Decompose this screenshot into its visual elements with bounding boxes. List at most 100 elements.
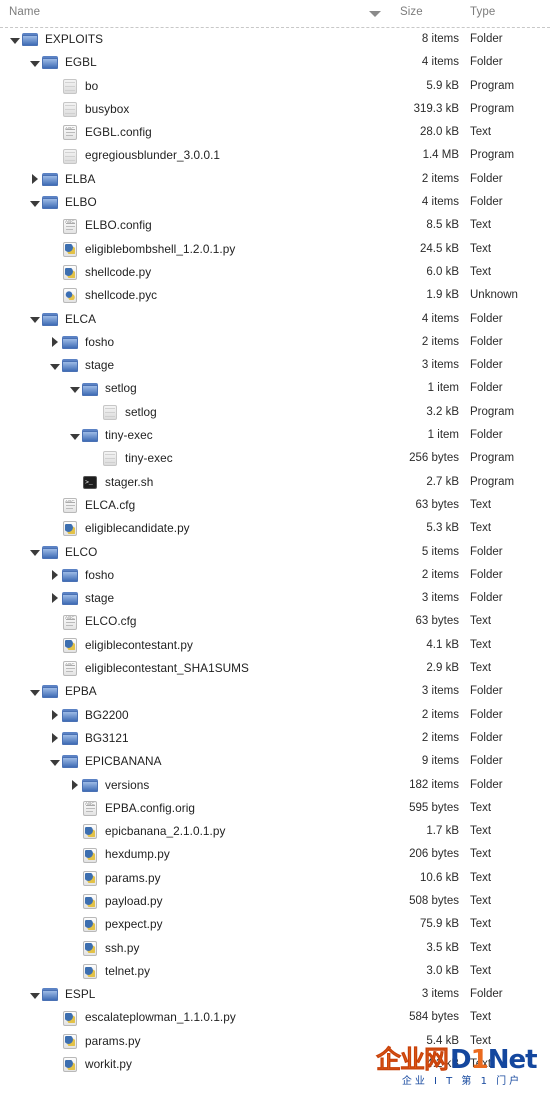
file-name-cell[interactable]: ELCA: [29, 308, 96, 331]
file-name-cell[interactable]: bo: [49, 75, 98, 98]
chevron-down-icon[interactable]: [49, 354, 62, 377]
file-row[interactable]: ELCO 5 items Folder: [0, 541, 550, 564]
file-row[interactable]: hexdump.py 206 bytes Text: [0, 843, 550, 866]
file-name-cell[interactable]: ABC EPBA.config.orig: [69, 797, 195, 820]
file-name-cell[interactable]: ABC eligiblecontestant_SHA1SUMS: [49, 657, 249, 680]
chevron-right-icon[interactable]: [49, 564, 62, 587]
file-row[interactable]: ELBA 2 items Folder: [0, 168, 550, 191]
chevron-down-icon[interactable]: [29, 541, 42, 564]
file-row[interactable]: pexpect.py 75.9 kB Text: [0, 913, 550, 936]
file-row[interactable]: telnet.py 3.0 kB Text: [0, 960, 550, 983]
chevron-down-icon[interactable]: [49, 750, 62, 773]
chevron-down-icon[interactable]: [69, 377, 82, 400]
file-row[interactable]: tiny-exec 1 item Folder: [0, 424, 550, 447]
file-row[interactable]: ELCA 4 items Folder: [0, 308, 550, 331]
file-name-cell[interactable]: ssh.py: [69, 937, 139, 960]
file-name-cell[interactable]: epicbanana_2.1.0.1.py: [69, 820, 225, 843]
file-row[interactable]: params.py 5.4 kB Text: [0, 1030, 550, 1053]
file-name-cell[interactable]: fosho: [49, 564, 114, 587]
file-name-cell[interactable]: eligiblebombshell_1.2.0.1.py: [49, 238, 235, 261]
file-row[interactable]: BG2200 2 items Folder: [0, 704, 550, 727]
file-row[interactable]: stager.sh 2.7 kB Program: [0, 471, 550, 494]
file-row[interactable]: setlog 1 item Folder: [0, 377, 550, 400]
file-name-cell[interactable]: EPICBANANA: [49, 750, 162, 773]
chevron-right-icon[interactable]: [49, 727, 62, 750]
chevron-right-icon[interactable]: [69, 774, 82, 797]
file-name-cell[interactable]: ABC ELCO.cfg: [49, 610, 137, 633]
file-name-cell[interactable]: pexpect.py: [69, 913, 163, 936]
file-name-cell[interactable]: ABC EGBL.config: [49, 121, 152, 144]
file-row[interactable]: ABC ELBO.config 8.5 kB Text: [0, 214, 550, 237]
file-name-cell[interactable]: params.py: [49, 1030, 141, 1053]
file-row[interactable]: ABC ELCA.cfg 63 bytes Text: [0, 494, 550, 517]
file-row[interactable]: busybox 319.3 kB Program: [0, 98, 550, 121]
chevron-down-icon[interactable]: [29, 191, 42, 214]
file-name-cell[interactable]: tiny-exec: [69, 424, 153, 447]
file-row[interactable]: EGBL 4 items Folder: [0, 51, 550, 74]
file-row[interactable]: stage 3 items Folder: [0, 587, 550, 610]
file-row[interactable]: fosho 2 items Folder: [0, 564, 550, 587]
file-name-cell[interactable]: workit.py: [49, 1053, 132, 1076]
file-name-cell[interactable]: shellcode.py: [49, 261, 151, 284]
column-header-type[interactable]: Type: [470, 6, 495, 18]
file-name-cell[interactable]: ELBA: [29, 168, 95, 191]
file-row[interactable]: fosho 2 items Folder: [0, 331, 550, 354]
file-row[interactable]: workit.py 4.2 kB Text: [0, 1053, 550, 1076]
file-name-cell[interactable]: versions: [69, 774, 149, 797]
file-row[interactable]: payload.py 508 bytes Text: [0, 890, 550, 913]
file-row[interactable]: eligiblecandidate.py 5.3 kB Text: [0, 517, 550, 540]
file-name-cell[interactable]: shellcode.pyc: [49, 284, 157, 307]
file-row[interactable]: ABC EPBA.config.orig 595 bytes Text: [0, 797, 550, 820]
file-name-cell[interactable]: eligiblecandidate.py: [49, 517, 190, 540]
file-name-cell[interactable]: EXPLOITS: [9, 28, 103, 51]
file-name-cell[interactable]: stage: [49, 354, 114, 377]
file-row[interactable]: EPICBANANA 9 items Folder: [0, 750, 550, 773]
file-row[interactable]: BG3121 2 items Folder: [0, 727, 550, 750]
column-header-size[interactable]: Size: [400, 6, 423, 18]
file-name-cell[interactable]: BG3121: [49, 727, 129, 750]
chevron-down-icon[interactable]: [29, 983, 42, 1006]
file-row[interactable]: params.py 10.6 kB Text: [0, 867, 550, 890]
file-row[interactable]: shellcode.pyc 1.9 kB Unknown: [0, 284, 550, 307]
file-name-cell[interactable]: ELCO: [29, 541, 97, 564]
column-header-name[interactable]: Name: [9, 6, 40, 18]
file-row[interactable]: ABC EGBL.config 28.0 kB Text: [0, 121, 550, 144]
file-row[interactable]: ABC eligiblecontestant_SHA1SUMS 2.9 kB Text: [0, 657, 550, 680]
file-name-cell[interactable]: ELBO: [29, 191, 97, 214]
file-row[interactable]: tiny-exec 256 bytes Program: [0, 447, 550, 470]
file-name-cell[interactable]: stage: [49, 587, 114, 610]
file-name-cell[interactable]: setlog: [69, 377, 137, 400]
file-name-cell[interactable]: setlog: [89, 401, 157, 424]
chevron-down-icon[interactable]: [29, 680, 42, 703]
chevron-down-icon[interactable]: [29, 51, 42, 74]
file-name-cell[interactable]: fosho: [49, 331, 114, 354]
sort-descending-icon[interactable]: [369, 11, 381, 17]
file-row[interactable]: escalateplowman_1.1.0.1.py 584 bytes Text: [0, 1006, 550, 1029]
file-row[interactable]: versions 182 items Folder: [0, 774, 550, 797]
chevron-down-icon[interactable]: [69, 424, 82, 447]
file-name-cell[interactable]: tiny-exec: [89, 447, 173, 470]
file-row[interactable]: egregiousblunder_3.0.0.1 1.4 MB Program: [0, 144, 550, 167]
chevron-right-icon[interactable]: [29, 168, 42, 191]
file-row[interactable]: EPBA 3 items Folder: [0, 680, 550, 703]
file-name-cell[interactable]: hexdump.py: [69, 843, 170, 866]
chevron-right-icon[interactable]: [49, 587, 62, 610]
file-row[interactable]: ssh.py 3.5 kB Text: [0, 937, 550, 960]
chevron-right-icon[interactable]: [49, 331, 62, 354]
file-name-cell[interactable]: stager.sh: [69, 471, 153, 494]
file-name-cell[interactable]: BG2200: [49, 704, 129, 727]
file-row[interactable]: ESPL 3 items Folder: [0, 983, 550, 1006]
file-row[interactable]: eligiblebombshell_1.2.0.1.py 24.5 kB Text: [0, 238, 550, 261]
file-row[interactable]: ABC ELCO.cfg 63 bytes Text: [0, 610, 550, 633]
file-row[interactable]: bo 5.9 kB Program: [0, 75, 550, 98]
file-name-cell[interactable]: egregiousblunder_3.0.0.1: [49, 144, 220, 167]
file-name-cell[interactable]: payload.py: [69, 890, 163, 913]
chevron-right-icon[interactable]: [49, 704, 62, 727]
file-name-cell[interactable]: params.py: [69, 867, 161, 890]
file-name-cell[interactable]: ABC ELCA.cfg: [49, 494, 135, 517]
file-row[interactable]: EXPLOITS 8 items Folder: [0, 28, 550, 51]
file-name-cell[interactable]: busybox: [49, 98, 129, 121]
file-name-cell[interactable]: telnet.py: [69, 960, 150, 983]
file-name-cell[interactable]: EPBA: [29, 680, 97, 703]
file-name-cell[interactable]: eligiblecontestant.py: [49, 634, 193, 657]
